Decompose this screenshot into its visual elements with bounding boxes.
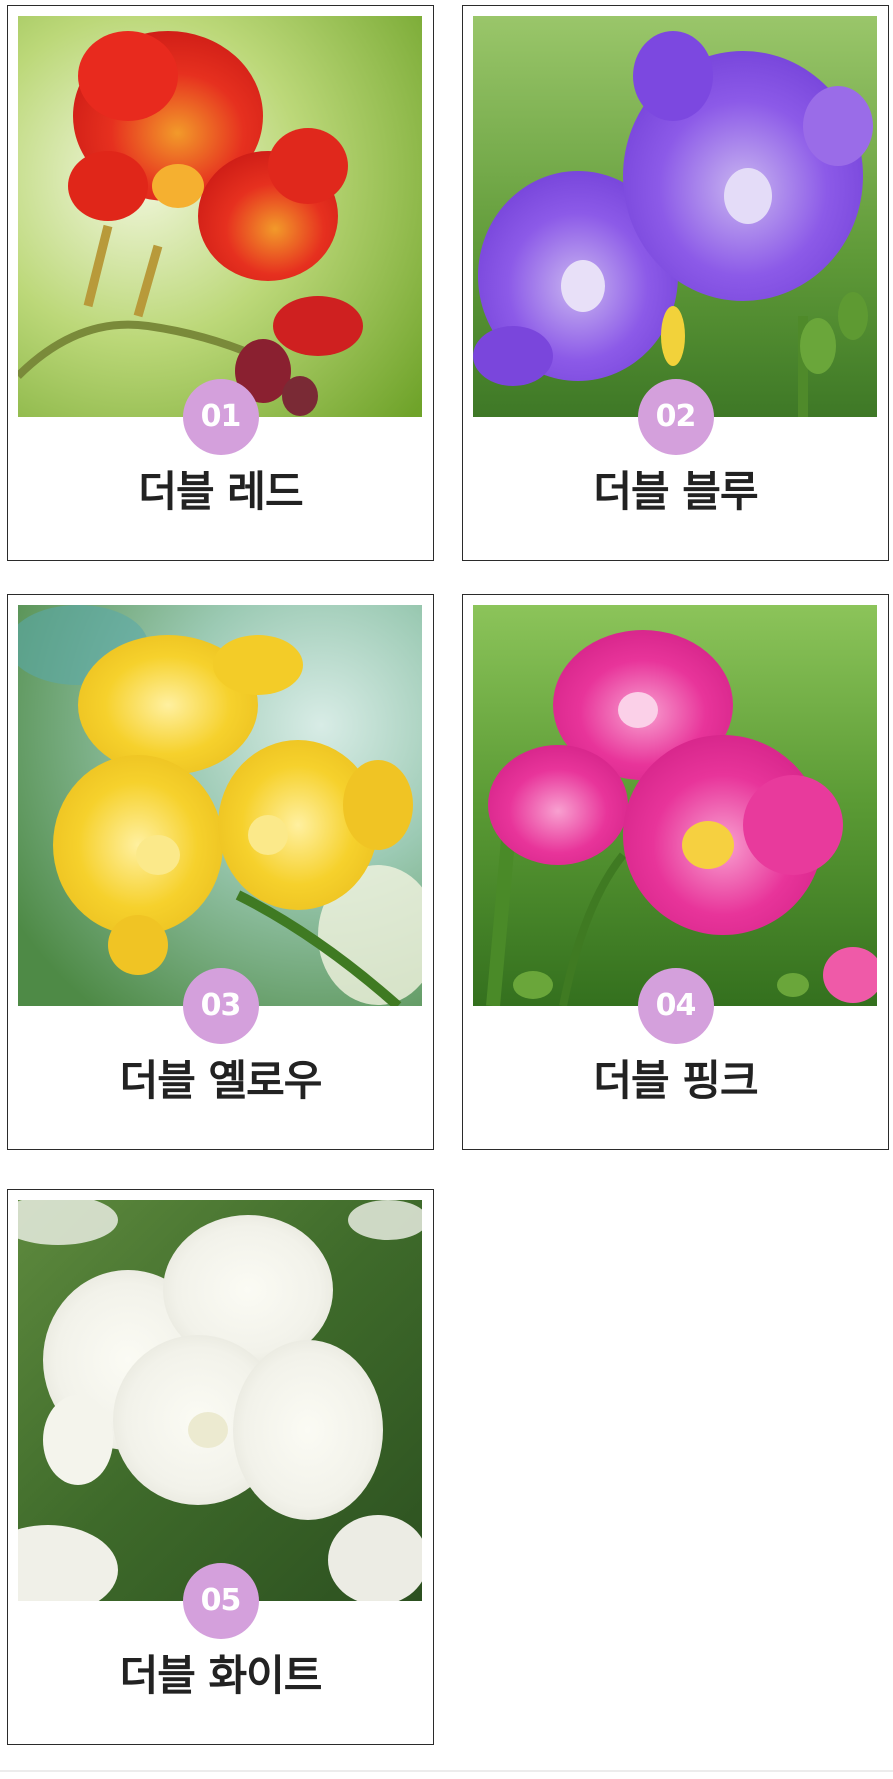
product-name: 더블 옐로우 — [119, 1056, 323, 1105]
badge-number: 05 — [182, 1563, 259, 1639]
divider — [0, 1770, 893, 1772]
product-card-white[interactable]: 05 더블 화이트 — [7, 1189, 434, 1745]
freesia-product-grid: 01 더블 레드 02 더블 블루 03 더블 옐로우 04 더블 핑크 05 … — [0, 0, 893, 1779]
badge-number: 04 — [637, 968, 714, 1044]
red-double-freesia-photo — [18, 16, 422, 417]
badge-number: 01 — [182, 379, 259, 455]
product-card-pink[interactable]: 04 더블 핑크 — [462, 594, 889, 1150]
blue-double-freesia-photo — [473, 16, 877, 417]
product-name: 더블 레드 — [138, 467, 303, 516]
pink-double-freesia-photo — [473, 605, 877, 1006]
yellow-double-freesia-photo — [18, 605, 422, 1006]
product-name: 더블 블루 — [593, 467, 758, 516]
white-double-freesia-photo — [18, 1200, 422, 1601]
badge-number: 03 — [182, 968, 259, 1044]
product-name: 더블 화이트 — [119, 1651, 323, 1700]
product-card-red[interactable]: 01 더블 레드 — [7, 5, 434, 561]
badge-number: 02 — [637, 379, 714, 455]
product-card-blue[interactable]: 02 더블 블루 — [462, 5, 889, 561]
product-card-yellow[interactable]: 03 더블 옐로우 — [7, 594, 434, 1150]
product-name: 더블 핑크 — [593, 1056, 758, 1105]
